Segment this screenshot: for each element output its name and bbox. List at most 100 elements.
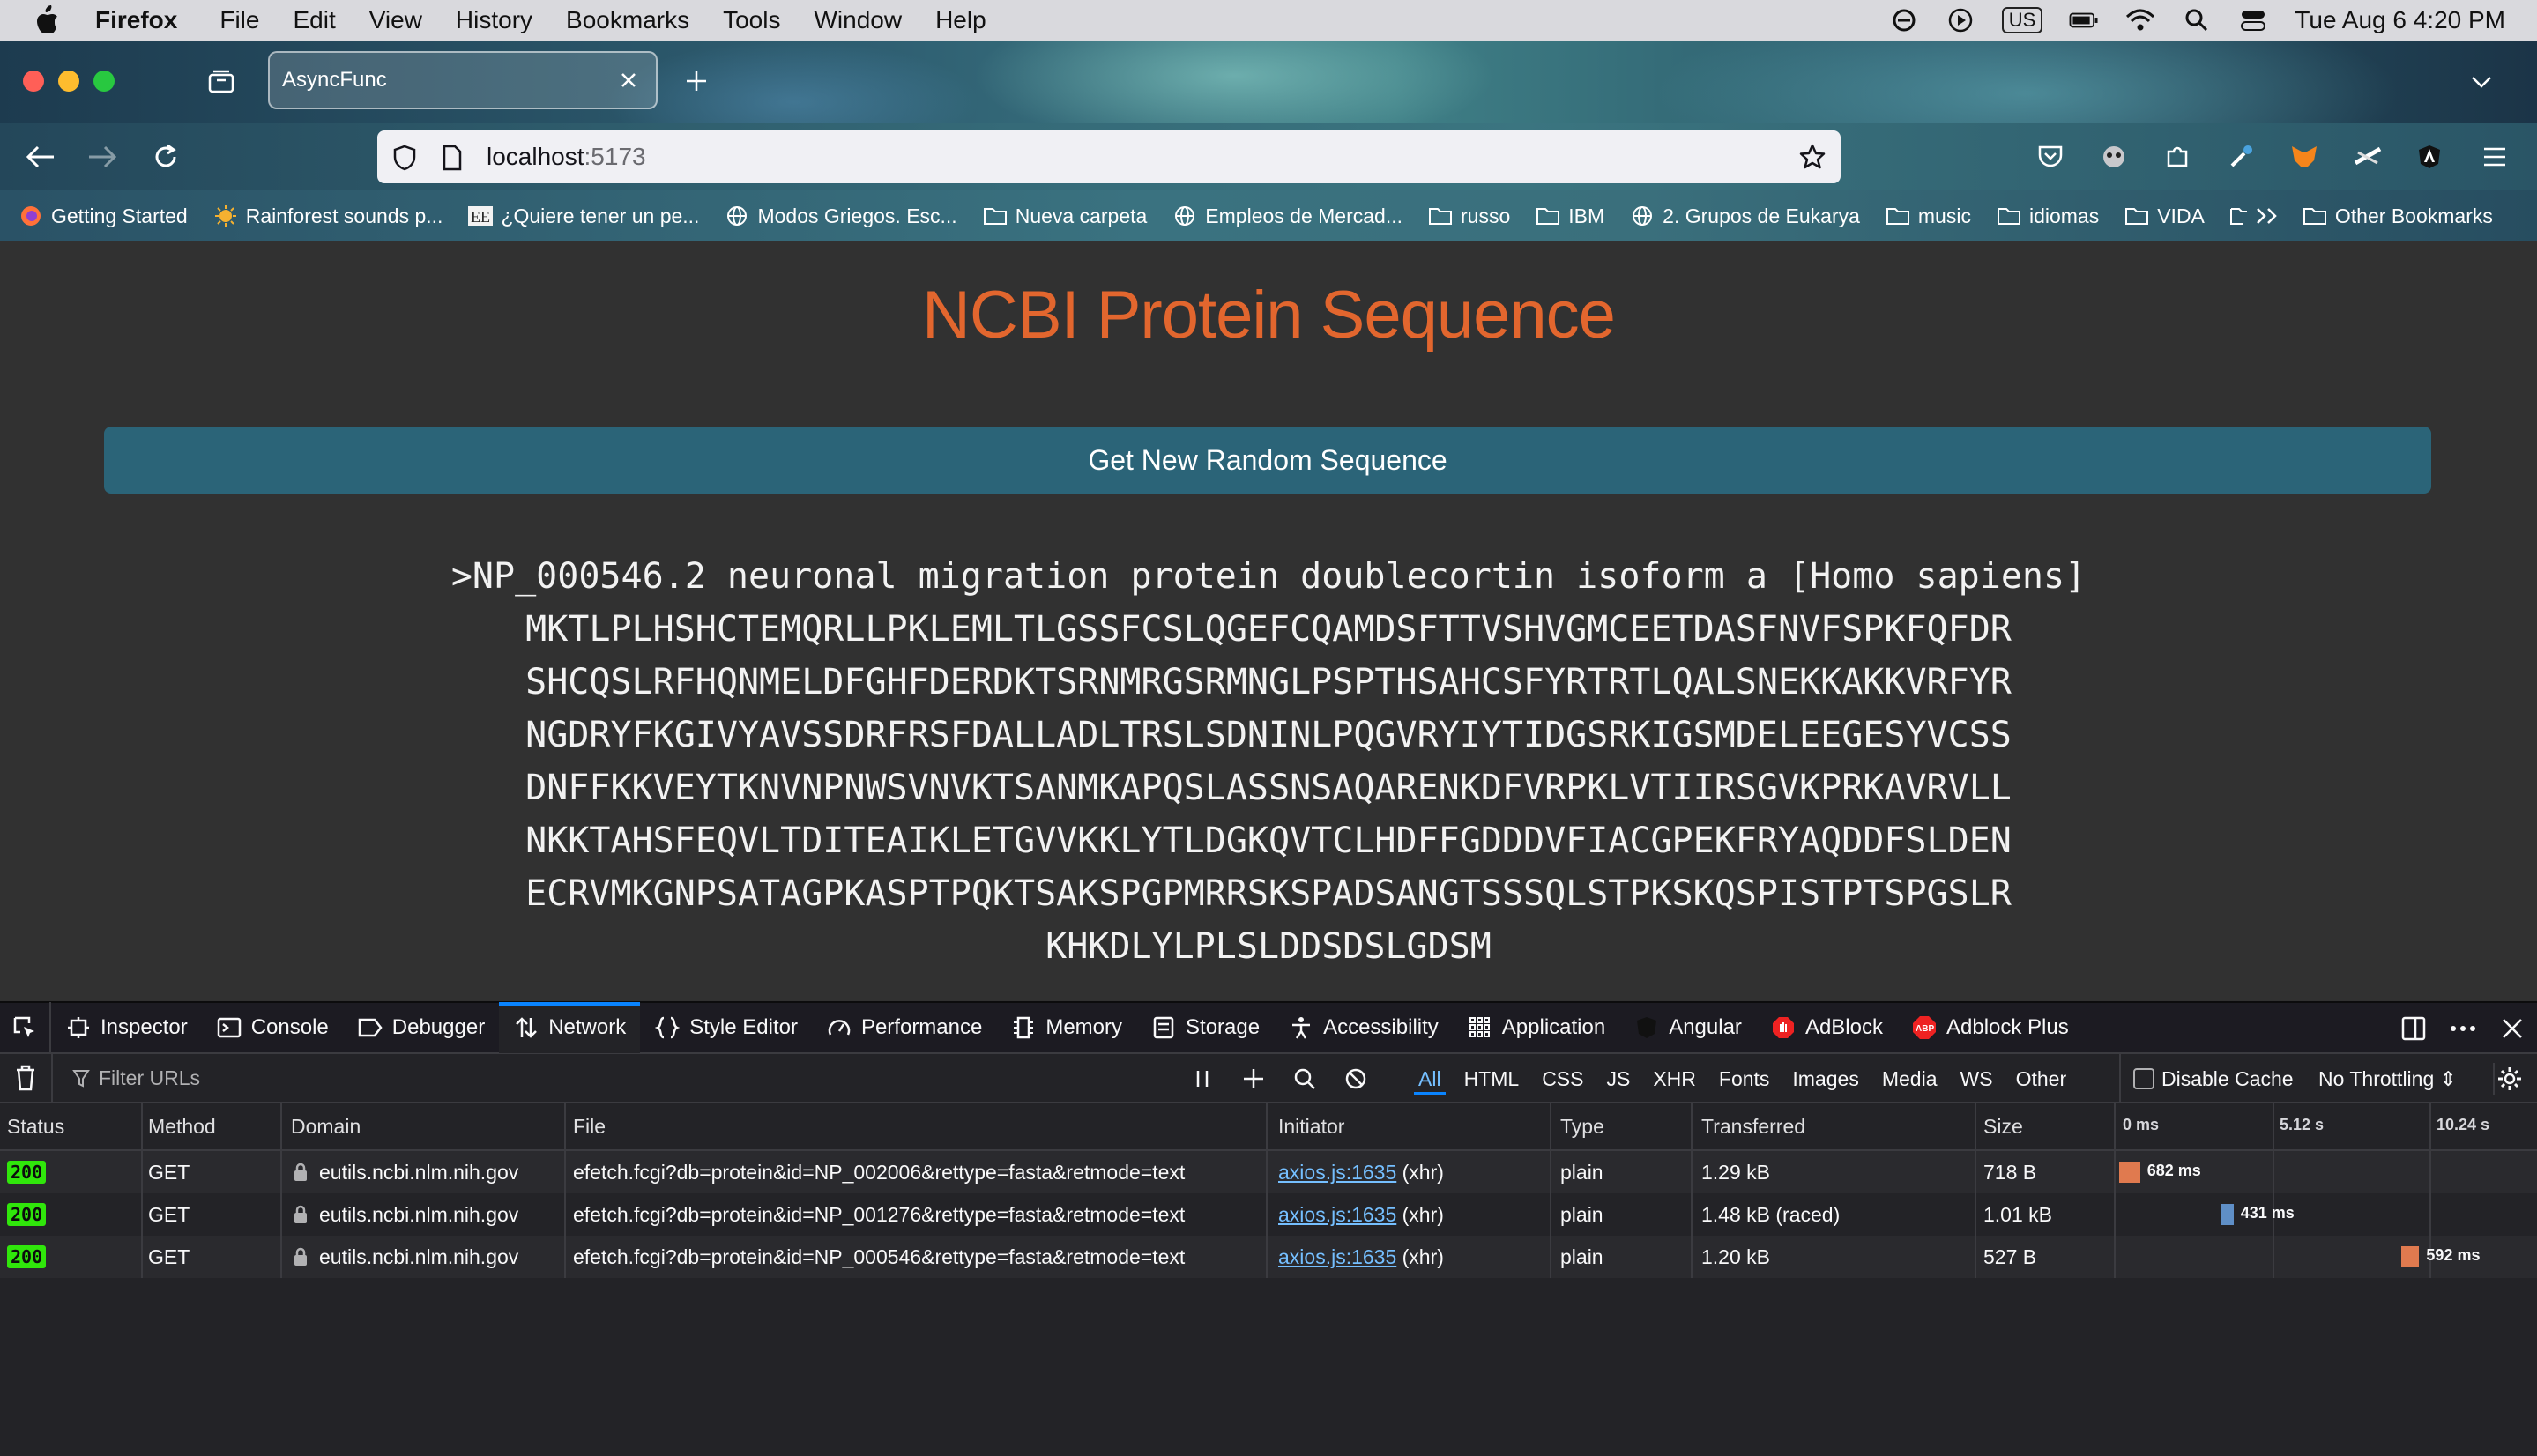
table-row[interactable]: 200 GET eutils.ncbi.nlm.nih.gov efetch.f… (0, 1151, 2537, 1193)
menu-edit[interactable]: Edit (293, 6, 335, 34)
filter-js[interactable]: JS (1595, 1054, 1641, 1103)
filter-css[interactable]: CSS (1530, 1054, 1595, 1103)
initiator-link[interactable]: axios.js:1635 (1278, 1245, 1396, 1269)
column-method[interactable]: Method (143, 1103, 282, 1149)
bookmark-music[interactable]: music (1885, 203, 1971, 229)
creative-cloud-icon[interactable] (1889, 5, 1919, 35)
tab-adblock-plus[interactable]: ABP Adblock Plus (1897, 1002, 2083, 1053)
back-arrow-icon[interactable] (23, 139, 58, 175)
pocket-icon[interactable] (2033, 139, 2068, 175)
column-status[interactable]: Status (0, 1103, 143, 1149)
initiator-link[interactable]: axios.js:1635 (1278, 1161, 1396, 1185)
bookmark-grupos-eukarya[interactable]: 2. Grupos de Eukarya (1629, 203, 1860, 229)
tab-storage[interactable]: Storage (1136, 1002, 1274, 1053)
column-file[interactable]: File (566, 1103, 1268, 1149)
get-random-sequence-button[interactable]: Get New Random Sequence (104, 427, 2431, 494)
more-options-ellipsis-icon[interactable] (2447, 1013, 2479, 1044)
spotlight-search-icon[interactable] (2182, 5, 2212, 35)
control-center-icon[interactable] (2238, 5, 2268, 35)
bookmark-russo[interactable]: russo (1427, 203, 1510, 229)
filter-ws[interactable]: WS (1949, 1054, 2005, 1103)
menu-window[interactable]: Window (814, 6, 902, 34)
bookmark-getting-started[interactable]: Getting Started (18, 203, 188, 229)
menu-firefox[interactable]: Firefox (95, 6, 177, 34)
bookmark-nueva-carpeta[interactable]: Nueva carpeta (982, 203, 1147, 229)
battery-icon[interactable] (2069, 5, 2099, 35)
menu-tools[interactable]: Tools (723, 6, 780, 34)
window-minimize-button[interactable] (58, 71, 79, 92)
bookmark-quiere-tener[interactable]: EE ¿Quiere tener un pe... (467, 203, 699, 229)
metamask-fox-icon[interactable] (2287, 139, 2322, 175)
tab-angular[interactable]: Angular (1619, 1002, 1756, 1053)
angular-devtools-icon[interactable] (2412, 139, 2447, 175)
forward-arrow-icon[interactable] (85, 139, 120, 175)
ghostery-extension-icon[interactable] (2096, 139, 2132, 175)
filter-all[interactable]: All (1407, 1054, 1453, 1103)
filter-fonts[interactable]: Fonts (1707, 1054, 1782, 1103)
new-tab-plus-icon[interactable] (681, 65, 712, 97)
tab-memory[interactable]: Memory (996, 1002, 1136, 1053)
filter-html[interactable]: HTML (1453, 1054, 1531, 1103)
bookmark-modos-griegos[interactable]: Modos Griegos. Esc... (724, 203, 957, 229)
pause-icon[interactable] (1188, 1065, 1216, 1093)
column-initiator[interactable]: Initiator (1268, 1103, 1551, 1149)
window-close-button[interactable] (23, 71, 44, 92)
color-picker-extension-icon[interactable] (2223, 139, 2258, 175)
tab-performance[interactable]: Performance (812, 1002, 996, 1053)
column-type[interactable]: Type (1551, 1103, 1693, 1149)
filter-urls-input[interactable]: Filter URLs (72, 1066, 200, 1090)
play-circle-icon[interactable] (1946, 5, 1975, 35)
column-waterfall[interactable]: 0 ms 5.12 s 10.24 s (2116, 1103, 2537, 1149)
close-devtools-icon[interactable] (2496, 1013, 2528, 1044)
application-menu-hamburger-icon[interactable] (2477, 139, 2512, 175)
filter-other[interactable]: Other (2005, 1054, 2079, 1103)
disable-cache-checkbox[interactable]: Disable Cache (2119, 1054, 2294, 1103)
apple-icon[interactable] (30, 4, 63, 37)
bookmark-ibm[interactable]: IBM (1535, 203, 1604, 229)
menu-help[interactable]: Help (935, 6, 986, 34)
tab-style-editor[interactable]: Style Editor (640, 1002, 812, 1053)
column-size[interactable]: Size (1976, 1103, 2116, 1149)
element-picker-icon[interactable] (0, 1002, 51, 1053)
search-icon[interactable] (1291, 1065, 1319, 1093)
reload-icon[interactable] (148, 139, 183, 175)
list-all-tabs-chevron-icon[interactable] (2466, 67, 2496, 97)
column-transferred[interactable]: Transferred (1693, 1103, 1976, 1149)
more-bookmarks-chevron-icon[interactable] (2229, 205, 2280, 227)
address-bar[interactable]: localhost:5173 (377, 130, 1841, 183)
input-source-indicator[interactable]: US (2001, 7, 2043, 33)
dock-side-icon[interactable] (2398, 1013, 2429, 1044)
extensions-puzzle-icon[interactable] (2160, 139, 2195, 175)
bookmark-rainforest-sounds[interactable]: Rainforest sounds p... (212, 203, 443, 229)
tab-accessibility[interactable]: Accessibility (1274, 1002, 1453, 1053)
throttling-select[interactable]: No Throttling ⇕ (2318, 1054, 2457, 1103)
tab-application[interactable]: Application (1453, 1002, 1619, 1053)
filter-images[interactable]: Images (1781, 1054, 1870, 1103)
tab-adblock[interactable]: AdBlock (1756, 1002, 1897, 1053)
bookmark-empleos[interactable]: Empleos de Mercad... (1172, 203, 1402, 229)
add-plus-icon[interactable] (1239, 1065, 1268, 1093)
wappalyzer-extension-icon[interactable] (2350, 139, 2385, 175)
network-settings-gear-icon[interactable] (2493, 1063, 2525, 1095)
tab-debugger[interactable]: Debugger (343, 1002, 499, 1053)
clear-trash-icon[interactable] (0, 1053, 53, 1103)
tab-inspector[interactable]: Inspector (51, 1002, 202, 1053)
table-row[interactable]: 200 GET eutils.ncbi.nlm.nih.gov efetch.f… (0, 1193, 2537, 1236)
tab-asyncfunc[interactable]: AsyncFunc (268, 51, 658, 109)
page-info-icon[interactable] (437, 143, 467, 173)
tab-console[interactable]: Console (202, 1002, 343, 1053)
menu-file[interactable]: File (219, 6, 259, 34)
tab-network[interactable]: Network (499, 1002, 641, 1053)
tab-close-icon[interactable] (617, 69, 640, 92)
other-bookmarks-folder[interactable]: Other Bookmarks (2302, 203, 2493, 229)
column-domain[interactable]: Domain (282, 1103, 566, 1149)
firefox-view-icon[interactable] (205, 65, 238, 97)
bookmark-vida[interactable]: VIDA (2124, 203, 2205, 229)
block-requests-icon[interactable] (1342, 1065, 1370, 1093)
wifi-icon[interactable] (2125, 5, 2155, 35)
menu-bookmarks[interactable]: Bookmarks (566, 6, 689, 34)
window-zoom-button[interactable] (93, 71, 115, 92)
bookmark-idiomas[interactable]: idiomas (1996, 203, 2099, 229)
table-row[interactable]: 200 GET eutils.ncbi.nlm.nih.gov efetch.f… (0, 1236, 2537, 1278)
initiator-link[interactable]: axios.js:1635 (1278, 1203, 1396, 1227)
